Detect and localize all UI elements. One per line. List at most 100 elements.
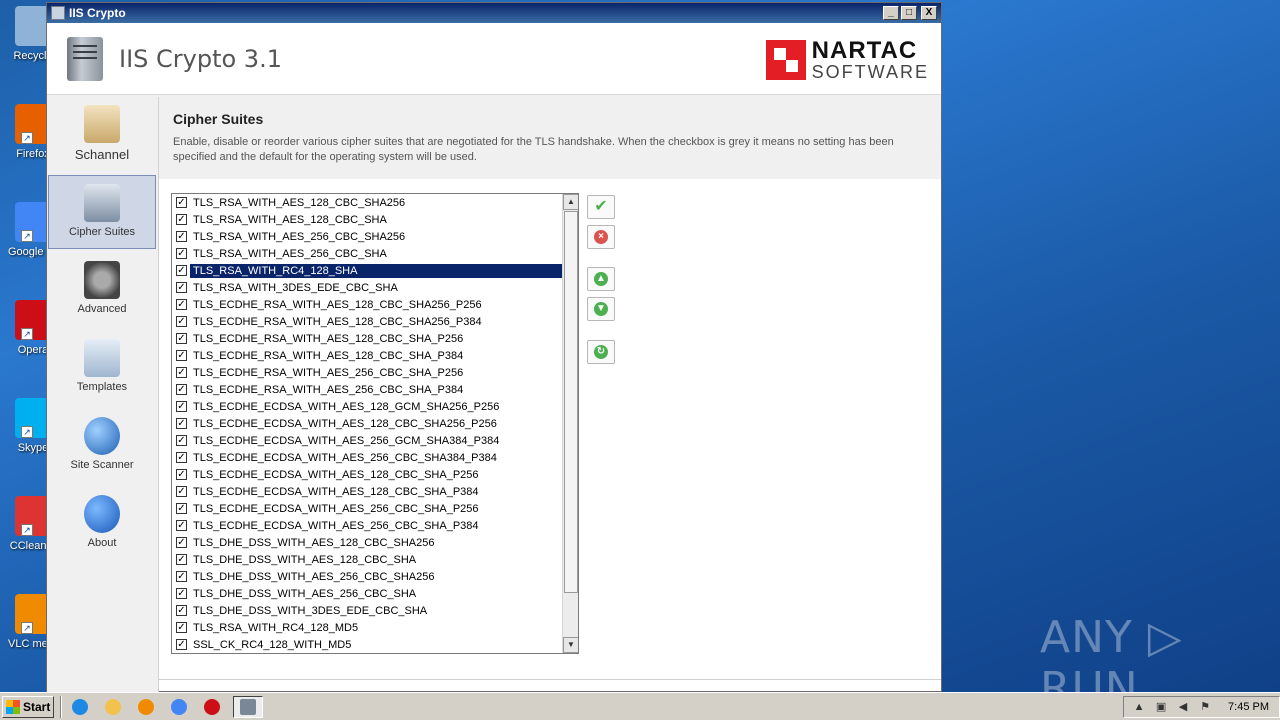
cipher-suite-name: SSL_CK_RC4_128_WITH_MD5 [193, 638, 352, 651]
cipher-suite-row[interactable]: ✓ TLS_DHE_DSS_WITH_3DES_EDE_CBC_SHA [172, 602, 562, 619]
enable-all-button[interactable]: ✔ [587, 195, 615, 219]
move-down-button[interactable]: ▼ [587, 297, 615, 321]
start-button[interactable]: Start [2, 695, 54, 718]
check-icon: ✔ [594, 198, 608, 215]
opera-taskbar-icon[interactable] [200, 696, 224, 718]
cipher-suite-checkbox[interactable]: ✓ [176, 520, 187, 531]
cipher-suite-row[interactable]: ✓ TLS_RSA_WITH_AES_256_CBC_SHA [172, 245, 562, 262]
cipher-suite-row[interactable]: ✓ TLS_DHE_DSS_WITH_AES_256_CBC_SHA [172, 585, 562, 602]
cipher-suite-checkbox[interactable]: ✓ [176, 554, 187, 565]
cipher-suite-checkbox[interactable]: ✓ [176, 231, 187, 242]
sidebar-item-templates[interactable]: Templates [48, 331, 156, 405]
cipher-suite-row[interactable]: ✓ TLS_ECDHE_RSA_WITH_AES_128_CBC_SHA_P256 [172, 330, 562, 347]
cipher-suite-row[interactable]: ✓ TLS_RSA_WITH_AES_256_CBC_SHA256 [172, 228, 562, 245]
cipher-suite-checkbox[interactable]: ✓ [176, 248, 187, 259]
title-bar[interactable]: IIS Crypto _ □ X [47, 3, 941, 23]
explorer-taskbar-icon[interactable] [101, 696, 125, 718]
cipher-suite-checkbox[interactable]: ✓ [176, 265, 187, 276]
volume-icon[interactable]: ◀ [1176, 700, 1190, 714]
media-player-taskbar-icon[interactable] [134, 696, 158, 718]
arrow-down-icon: ▼ [594, 302, 608, 316]
cipher-suite-checkbox[interactable]: ✓ [176, 639, 187, 650]
cipher-suite-checkbox[interactable]: ✓ [176, 350, 187, 361]
sidebar-item-schannel[interactable]: Schannel [48, 97, 156, 171]
sidebar-item-advanced[interactable]: Advanced [48, 253, 156, 327]
network-icon[interactable]: ▣ [1154, 700, 1168, 714]
window-title: IIS Crypto [69, 6, 126, 20]
cipher-suite-checkbox[interactable]: ✓ [176, 214, 187, 225]
cipher-suite-name: TLS_ECDHE_ECDSA_WITH_AES_256_CBC_SHA_P38… [193, 519, 479, 532]
cipher-suite-row[interactable]: ✓ TLS_ECDHE_ECDSA_WITH_AES_256_GCM_SHA384… [172, 432, 562, 449]
cipher-suite-row[interactable]: ✓ TLS_ECDHE_RSA_WITH_AES_256_CBC_SHA_P256 [172, 364, 562, 381]
cipher-suite-row[interactable]: ✓ TLS_DHE_DSS_WITH_AES_128_CBC_SHA [172, 551, 562, 568]
cipher-suite-row[interactable]: ✓ TLS_DHE_DSS_WITH_AES_256_CBC_SHA256 [172, 568, 562, 585]
cipher-suite-checkbox[interactable]: ✓ [176, 299, 187, 310]
cipher-suite-checkbox[interactable]: ✓ [176, 503, 187, 514]
cipher-suite-row[interactable]: ✓ TLS_ECDHE_RSA_WITH_AES_128_CBC_SHA256_P… [172, 296, 562, 313]
action-center-flag-icon[interactable]: ⚑ [1198, 700, 1212, 714]
shortcut-arrow-icon: ↗ [21, 524, 33, 536]
cipher-suite-checkbox[interactable]: ✓ [176, 316, 187, 327]
cipher-suite-checkbox[interactable]: ✓ [176, 469, 187, 480]
chrome-taskbar-icon[interactable] [167, 696, 191, 718]
ie-taskbar-icon[interactable] [68, 696, 92, 718]
sidebar-item-about[interactable]: About [48, 487, 156, 561]
cipher-suite-checkbox[interactable]: ✓ [176, 418, 187, 429]
cipher-suite-row[interactable]: ✓ TLS_RSA_WITH_3DES_EDE_CBC_SHA [172, 279, 562, 296]
cipher-suite-checkbox[interactable]: ✓ [176, 367, 187, 378]
iis-crypto-icon [240, 698, 256, 715]
cipher-suite-checkbox[interactable]: ✓ [176, 622, 187, 633]
cipher-suite-checkbox[interactable]: ✓ [176, 384, 187, 395]
cipher-suite-row[interactable]: ✓ TLS_ECDHE_ECDSA_WITH_AES_256_CBC_SHA_P2… [172, 500, 562, 517]
scroll-thumb[interactable] [564, 211, 578, 593]
sidebar-item-label: Schannel [74, 147, 130, 162]
system-tray: ▲ ▣ ◀ ⚑ 7:45 PM [1123, 695, 1280, 718]
cipher-suite-list[interactable]: ✓ TLS_RSA_WITH_AES_128_CBC_SHA256 ✓ TLS_RSA… [171, 193, 579, 654]
cipher-suite-row[interactable]: ✓ TLS_ECDHE_ECDSA_WITH_AES_256_CBC_SHA_P3… [172, 517, 562, 534]
move-up-button[interactable]: ▲ [587, 267, 615, 291]
list-scrollbar[interactable]: ▲ ▼ [562, 194, 578, 653]
arrow-up-icon: ▲ [594, 272, 608, 286]
cipher-suite-row[interactable]: ✓ TLS_ECDHE_RSA_WITH_AES_128_CBC_SHA256_P… [172, 313, 562, 330]
cipher-suite-checkbox[interactable]: ✓ [176, 452, 187, 463]
minimize-button[interactable]: _ [883, 6, 899, 20]
close-button[interactable]: X [921, 6, 937, 20]
iis-crypto-taskbar-icon[interactable] [233, 695, 263, 718]
cipher-suite-row[interactable]: ✓ TLS_ECDHE_RSA_WITH_AES_256_CBC_SHA_P384 [172, 381, 562, 398]
cipher-suite-row[interactable]: ✓ TLS_RSA_WITH_RC4_128_MD5 [172, 619, 562, 636]
disable-all-button[interactable]: × [587, 225, 615, 249]
cipher-suite-checkbox[interactable]: ✓ [176, 537, 187, 548]
cipher-suite-row[interactable]: ✓ TLS_ECDHE_ECDSA_WITH_AES_128_CBC_SHA256… [172, 415, 562, 432]
cipher-suite-checkbox[interactable]: ✓ [176, 605, 187, 616]
refresh-icon: ↻ [594, 345, 608, 359]
cipher-suite-checkbox[interactable]: ✓ [176, 588, 187, 599]
cipher-suite-checkbox[interactable]: ✓ [176, 282, 187, 293]
cipher-suite-row[interactable]: ✓ TLS_RSA_WITH_RC4_128_SHA [172, 262, 562, 279]
cipher-suite-row[interactable]: ✓ TLS_ECDHE_ECDSA_WITH_AES_128_CBC_SHA_P3… [172, 483, 562, 500]
cipher-suite-checkbox[interactable]: ✓ [176, 486, 187, 497]
scroll-up-button[interactable]: ▲ [563, 194, 578, 210]
cipher-suite-row[interactable]: ✓ TLS_ECDHE_ECDSA_WITH_AES_256_CBC_SHA384… [172, 449, 562, 466]
show-hidden-icons-icon[interactable]: ▲ [1132, 700, 1146, 714]
cipher-suite-row[interactable]: ✓ TLS_ECDHE_ECDSA_WITH_AES_128_CBC_SHA_P2… [172, 466, 562, 483]
cipher-suite-checkbox[interactable]: ✓ [176, 435, 187, 446]
reset-button[interactable]: ↻ [587, 340, 615, 364]
explorer-icon [105, 698, 121, 715]
cipher-suite-checkbox[interactable]: ✓ [176, 197, 187, 208]
cipher-suite-checkbox[interactable]: ✓ [176, 571, 187, 582]
cipher-suite-name: TLS_ECDHE_RSA_WITH_AES_256_CBC_SHA_P384 [193, 383, 464, 396]
cipher-suite-checkbox[interactable]: ✓ [176, 401, 187, 412]
cipher-suite-checkbox[interactable]: ✓ [176, 333, 187, 344]
clock[interactable]: 7:45 PM [1228, 701, 1269, 713]
cipher-suite-row[interactable]: ✓ TLS_ECDHE_ECDSA_WITH_AES_128_GCM_SHA256… [172, 398, 562, 415]
cipher-suite-row[interactable]: ✓ TLS_RSA_WITH_AES_128_CBC_SHA256 [172, 194, 562, 211]
sidebar-item-label: Cipher Suites [68, 226, 136, 238]
maximize-button[interactable]: □ [901, 6, 917, 20]
scroll-down-button[interactable]: ▼ [563, 637, 578, 653]
cipher-suite-row[interactable]: ✓ TLS_DHE_DSS_WITH_AES_128_CBC_SHA256 [172, 534, 562, 551]
cipher-suite-row[interactable]: ✓ TLS_ECDHE_RSA_WITH_AES_128_CBC_SHA_P384 [172, 347, 562, 364]
cipher-suite-row[interactable]: ✓ SSL_CK_RC4_128_WITH_MD5 [172, 636, 562, 653]
sidebar-item-site-scanner[interactable]: Site Scanner [48, 409, 156, 483]
sidebar-item-cipher-suites[interactable]: Cipher Suites [48, 175, 156, 249]
cipher-suite-row[interactable]: ✓ TLS_RSA_WITH_AES_128_CBC_SHA [172, 211, 562, 228]
